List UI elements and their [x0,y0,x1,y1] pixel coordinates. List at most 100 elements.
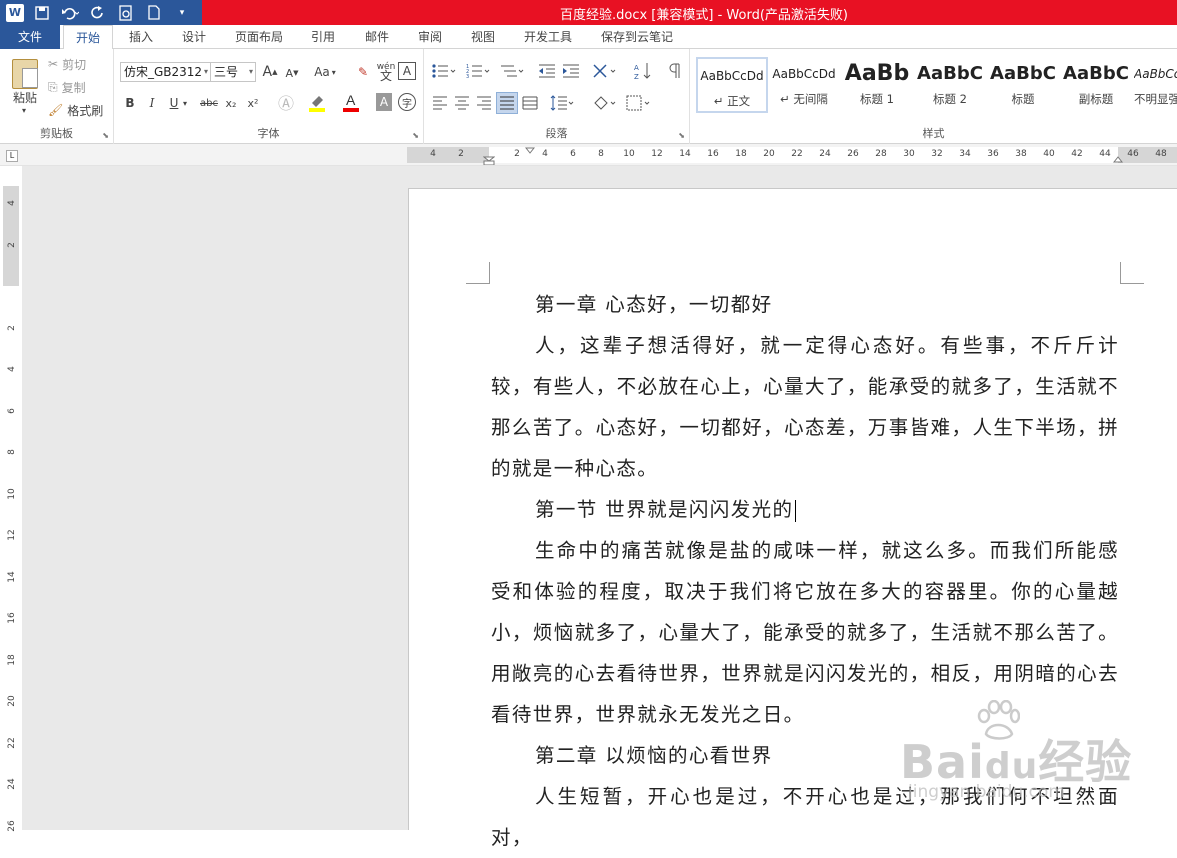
shading-icon[interactable] [590,93,620,113]
borders-icon[interactable] [624,93,654,113]
strikethrough-button[interactable]: abc [198,93,220,113]
indent-marker-icon[interactable] [483,147,495,165]
style-no-spacing[interactable]: AaBbCcDd ↵ 无间隔 [769,57,839,113]
shrink-font-button[interactable]: A ▼ [284,63,300,83]
ribbon: 粘贴 ▾ ✂ 剪切 ⎘ 复制 🖌 格式刷 剪贴板 ⬊ 仿宋_GB2312 ▾ 三号 ▾ A… [0,49,1177,144]
vertical-ruler[interactable]: 4 2 2 4 6 8 10 12 14 16 18 20 22 24 26 [3,186,19,831]
sort-icon[interactable]: AZ [632,61,654,81]
italic-button[interactable]: I [144,93,160,113]
ruler-number: 30 [903,149,915,159]
char-border-button[interactable]: A [398,62,416,80]
tab-selector-icon[interactable]: L [6,150,18,162]
font-group: 仿宋_GB2312 ▾ 三号 ▾ A ▲ A ▼ Aa ▾ ✎ wén 文 A B I U … [114,49,424,144]
tab-references[interactable]: 引用 [300,25,346,49]
cut-button[interactable]: ✂ 剪切 [48,55,108,73]
style-title[interactable]: AaBbC 标题 [988,57,1058,113]
tab-layout[interactable]: 页面布局 [226,25,292,49]
tab-design[interactable]: 设计 [170,25,218,49]
customize-icon[interactable]: ▾ [172,3,192,23]
quick-access-toolbar: W ▾ [6,2,192,23]
superscript-button[interactable]: x² [244,93,262,113]
enclose-char-button[interactable]: 字 [398,93,416,111]
align-left-icon[interactable] [430,93,450,113]
font-launcher-icon[interactable]: ⬊ [412,131,419,140]
ruler-number: 32 [931,149,943,159]
style-normal[interactable]: AaBbCcDd ↵ 正文 [696,57,768,113]
distributed-icon[interactable] [520,93,540,113]
body-paragraph-1: 人，这辈子想活得好，就一定得心态好。有些事，不斤斤计较，有些人，不必放在心上，心… [491,334,1119,480]
tab-developer[interactable]: 开发工具 [514,25,582,49]
save-icon[interactable] [32,3,52,23]
style-subtle-emphasis[interactable]: AaBbCc 不明显强 [1134,57,1177,113]
tab-cloud-notes[interactable]: 保存到云笔记 [592,25,682,49]
crop-mark-top-left [466,262,490,284]
undo-icon[interactable] [60,3,80,23]
redo-icon[interactable] [88,3,108,23]
increase-indent-icon[interactable] [560,61,582,81]
copy-button[interactable]: ⎘ 复制 [48,78,108,96]
chinese-layout-icon[interactable] [590,61,620,81]
text-effects-icon[interactable]: Ⓐ [274,91,298,113]
font-label: 字体 [257,127,280,140]
show-marks-icon[interactable] [664,61,686,81]
style-heading-2[interactable]: AaBbC 标题 2 [915,57,985,113]
ruler-number: 8 [598,149,604,159]
vertical-ruler-number: 6 [7,407,17,414]
vertical-ruler-number: 4 [7,366,17,372]
vertical-ruler-number: 20 [7,695,17,707]
ruler-number: 16 [707,149,719,159]
paragraph-label: 段落 [545,127,568,140]
tab-home[interactable]: 开始 [63,25,113,50]
ruler-number: 18 [735,149,747,159]
underline-dropdown[interactable]: ▾ [180,93,190,113]
clear-format-icon[interactable]: ✎ [354,62,372,82]
align-center-icon[interactable] [452,93,472,113]
char-shading-button[interactable]: A [376,93,392,111]
highlight-color-icon[interactable] [306,91,330,113]
change-case-button[interactable]: Aa ▾ [310,62,340,82]
vertical-ruler-number: 22 [7,736,17,749]
styles-gallery: AaBbCcDd ↵ 正文 AaBbCcDd ↵ 无间隔 AaBb 标题 1 A… [696,57,1177,115]
grow-font-button[interactable]: A ▲ [262,62,278,82]
right-indent-icon[interactable] [1113,155,1123,163]
ruler-number: 34 [959,149,971,159]
paste-dropdown[interactable]: ▾ [18,105,30,115]
crop-mark-top-right [1120,262,1144,284]
font-size-select[interactable]: 三号 ▾ [210,62,256,82]
new-doc-icon[interactable] [144,3,164,23]
align-right-icon[interactable] [474,93,494,113]
vertical-ruler-number: 24 [7,778,17,790]
paragraph-launcher-icon[interactable]: ⬊ [678,131,685,140]
justify-icon[interactable] [496,92,518,114]
tab-review[interactable]: 审阅 [407,25,453,49]
numbering-icon[interactable]: 123 [464,61,494,81]
font-color-icon[interactable]: A [340,91,364,113]
ruler-number: 6 [570,149,576,159]
ruler-number: 22 [791,149,803,159]
clipboard-launcher-icon[interactable]: ⬊ [102,131,109,140]
style-subtitle[interactable]: AaBbC 副标题 [1061,57,1131,113]
phonetic-guide-button[interactable]: wén 文 [376,60,396,84]
tab-view[interactable]: 视图 [460,25,506,49]
horizontal-ruler[interactable]: 4 2 2 4 6 8 10 12 14 16 18 20 22 24 26 28 30 32 34 36 38 40 42… [407,147,1177,165]
bullets-icon[interactable] [430,61,460,81]
paste-icon[interactable] [10,57,40,91]
line-spacing-icon[interactable] [548,93,578,113]
ruler-number: 26 [847,149,859,159]
format-painter-button[interactable]: 🖌 格式刷 [48,101,110,119]
multilevel-list-icon[interactable] [498,61,528,81]
print-preview-icon[interactable] [116,3,136,23]
word-app-icon[interactable]: W [6,3,24,22]
tab-mailings[interactable]: 邮件 [354,25,400,49]
copy-icon: ⎘ [48,79,58,94]
tab-insert[interactable]: 插入 [118,25,164,49]
decrease-indent-icon[interactable] [536,61,558,81]
tab-file[interactable]: 文件 [0,25,60,49]
first-line-indent-icon[interactable] [525,147,535,155]
watermark-url: jingyan.baidu.com [908,782,1065,802]
font-name-select[interactable]: 仿宋_GB2312 ▾ [120,62,211,82]
bold-button[interactable]: B [122,93,138,113]
paste-button[interactable]: 粘贴 [6,89,44,105]
style-heading-1[interactable]: AaBb 标题 1 [842,57,912,113]
subscript-button[interactable]: x₂ [222,93,240,113]
